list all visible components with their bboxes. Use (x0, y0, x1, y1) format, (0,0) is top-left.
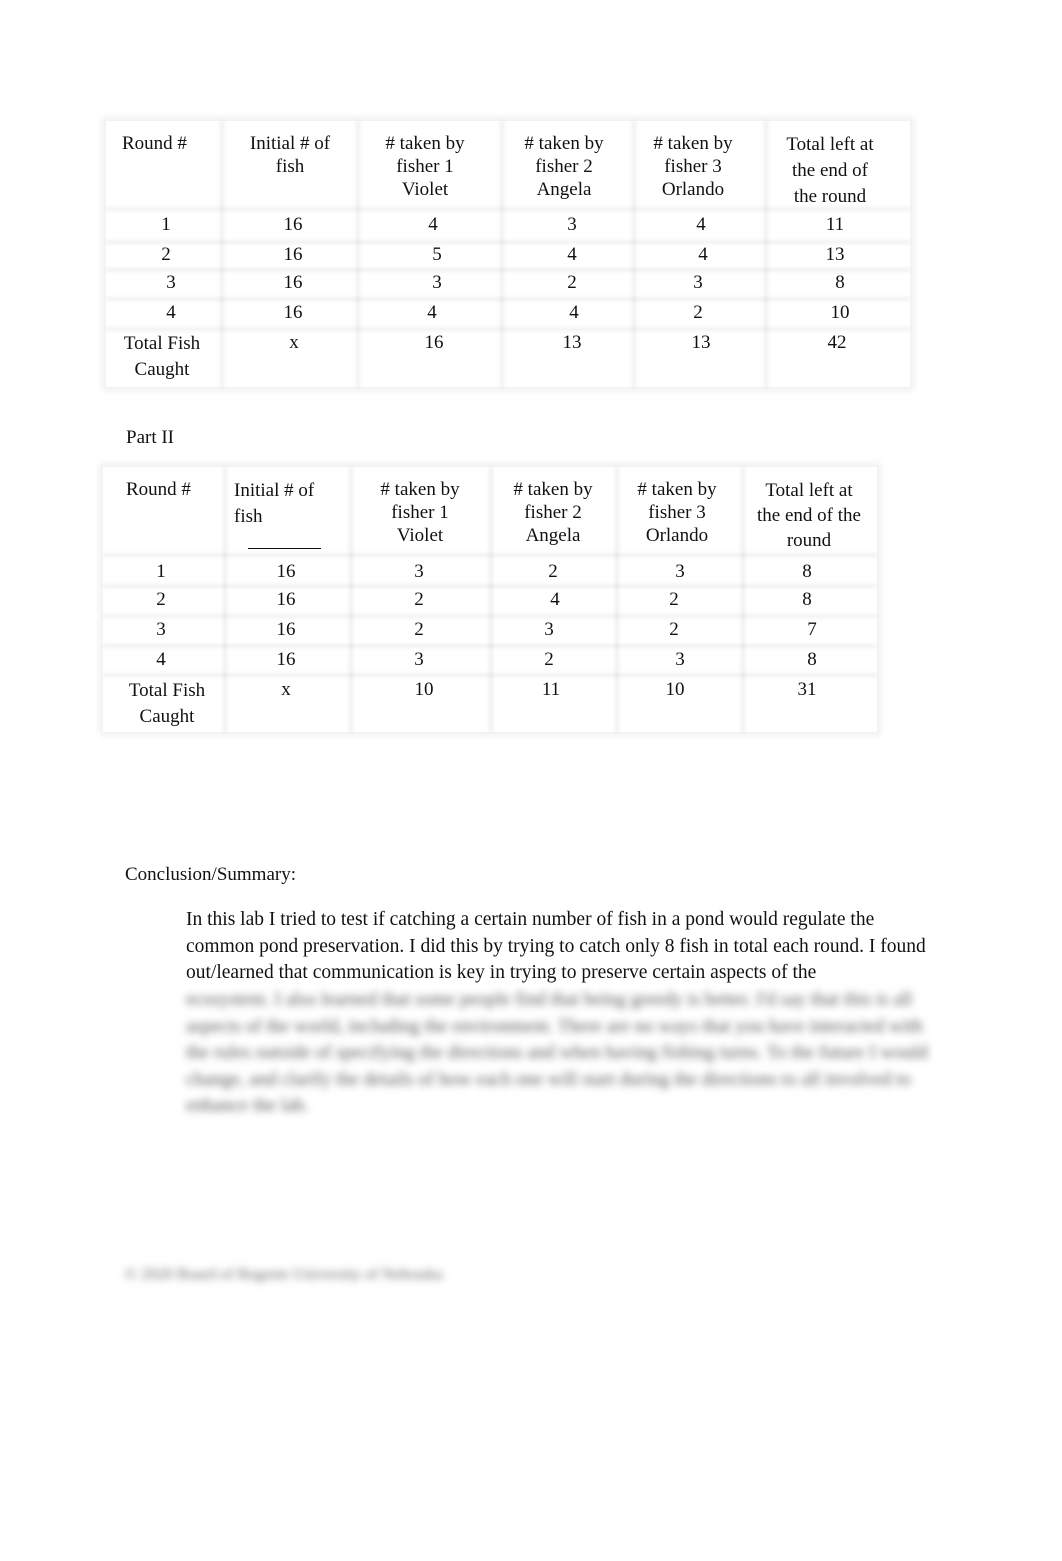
round-number: 2 (161, 244, 171, 265)
total-left: 8 (835, 272, 845, 293)
fisher3-taken: 3 (675, 561, 685, 582)
fisher3-taken: 3 (675, 649, 685, 670)
fisher2-total: 11 (541, 679, 561, 700)
conclusion-text: In this lab I tried to test if catching … (186, 909, 926, 983)
part2-header-total-left: Total left at the end of the round (757, 480, 861, 551)
fisher2-taken: 2 (544, 649, 554, 670)
fisher2-taken: 4 (550, 589, 560, 610)
conclusion-heading: Conclusion/Summary: (125, 864, 296, 885)
initial-fish: 16 (276, 589, 296, 610)
fisher3-total: 13 (691, 332, 711, 353)
round-number: 3 (166, 272, 176, 293)
fisher3-taken: 4 (698, 244, 708, 265)
part1-header-initial: Initial # of fish (249, 133, 331, 177)
grand-total: 42 (827, 332, 847, 353)
total-left: 8 (802, 589, 812, 610)
part2-initial-blank-line (248, 548, 321, 549)
part2-header-initial: Initial # of fish (234, 480, 315, 527)
grand-total: 31 (797, 679, 817, 700)
fisher2-taken: 2 (548, 561, 558, 582)
initial-fish: 16 (283, 272, 303, 293)
initial-fish: 16 (276, 649, 296, 670)
part2-header-fisher3: # taken by fisher 3 Orlando (637, 479, 717, 546)
part1-header-fisher1: # taken by fisher 1 Violet (385, 133, 465, 200)
fisher1-taken: 2 (414, 589, 424, 610)
total-left: 7 (807, 619, 817, 640)
part1-header-round: Round # (122, 133, 187, 154)
part2-title: Part II (126, 427, 175, 448)
total-left: 11 (825, 214, 845, 235)
fisher2-taken: 4 (569, 302, 579, 323)
fisher2-taken: 4 (567, 244, 577, 265)
round-number: 1 (161, 214, 171, 235)
fisher1-taken: 5 (432, 244, 442, 265)
part2-header-fisher1: # taken by fisher 1 Violet (380, 479, 460, 546)
total-label: Total Fish Caught (128, 680, 206, 727)
round-number: 4 (166, 302, 176, 323)
fisher3-taken: 2 (669, 589, 679, 610)
total-left: 8 (802, 561, 812, 582)
part1-header-fisher3: # taken by fisher 3 Orlando (653, 133, 733, 200)
fisher1-taken: 3 (432, 272, 442, 293)
fisher1-taken: 2 (414, 619, 424, 640)
fisher2-taken: 3 (567, 214, 577, 235)
part2-header-round: Round # (126, 479, 191, 500)
initial-fish: 16 (283, 214, 303, 235)
fisher3-taken: 2 (693, 302, 703, 323)
round-number: 3 (156, 619, 166, 640)
round-number: 4 (156, 649, 166, 670)
initial-fish: x (289, 332, 299, 353)
fisher2-taken: 2 (567, 272, 577, 293)
total-left: 8 (807, 649, 817, 670)
part1-header-total-left: Total left at the end of the round (786, 134, 874, 207)
part2-header-fisher2: # taken by fisher 2 Angela (513, 479, 593, 546)
initial-fish: x (281, 679, 291, 700)
total-left: 13 (825, 244, 845, 265)
fisher1-total: 16 (424, 332, 444, 353)
total-left: 10 (830, 302, 850, 323)
fisher3-taken: 2 (669, 619, 679, 640)
footer-copyright: © 2020 Board of Regents University of Ne… (125, 1266, 443, 1283)
conclusion-blurred-text: ecosystem. I also learned that some peop… (186, 989, 928, 1116)
fisher1-taken: 4 (427, 302, 437, 323)
fisher3-taken: 3 (693, 272, 703, 293)
part1-header-fisher2: # taken by fisher 2 Angela (524, 133, 604, 200)
total-label: Total Fish Caught (123, 333, 201, 380)
fisher1-total: 10 (414, 679, 434, 700)
initial-fish: 16 (276, 619, 296, 640)
fisher1-taken: 4 (428, 214, 438, 235)
fisher2-taken: 3 (544, 619, 554, 640)
fisher1-taken: 3 (414, 649, 424, 670)
fisher2-total: 13 (562, 332, 582, 353)
round-number: 1 (156, 561, 166, 582)
round-number: 2 (156, 589, 166, 610)
initial-fish: 16 (283, 244, 303, 265)
initial-fish: 16 (283, 302, 303, 323)
fisher3-total: 10 (665, 679, 685, 700)
fisher1-taken: 3 (414, 561, 424, 582)
initial-fish: 16 (276, 561, 296, 582)
fisher3-taken: 4 (696, 214, 706, 235)
